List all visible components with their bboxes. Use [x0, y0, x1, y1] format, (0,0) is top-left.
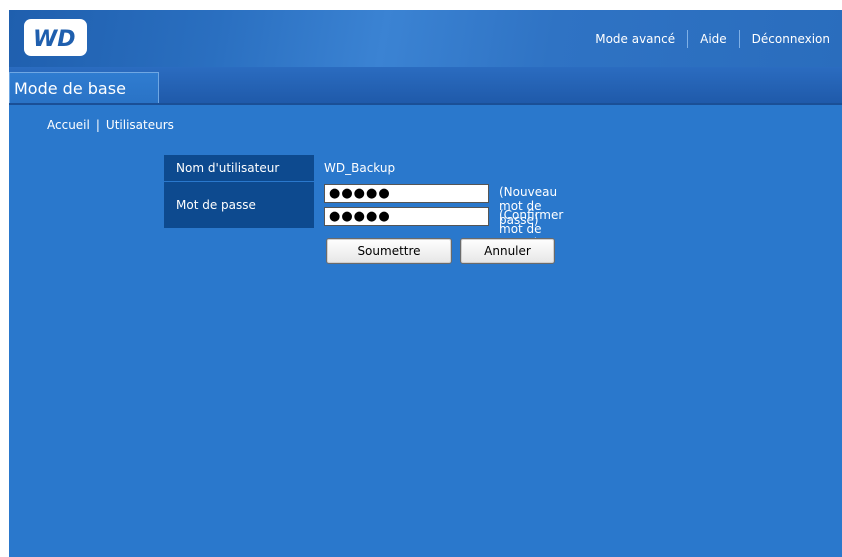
- advanced-mode-link[interactable]: Mode avancé: [583, 32, 687, 46]
- new-password-input[interactable]: ●●●●●: [324, 184, 489, 203]
- help-link[interactable]: Aide: [688, 32, 739, 46]
- app-window: WD Mode avancé Aide Déconnexion Mode de …: [9, 10, 842, 557]
- password-label: Mot de passe: [164, 182, 314, 228]
- tab-basic-mode[interactable]: Mode de base: [9, 72, 159, 103]
- username-value: WD_Backup: [324, 161, 396, 175]
- wd-logo[interactable]: WD: [24, 19, 87, 56]
- submit-button[interactable]: Soumettre: [326, 238, 452, 264]
- svg-text:WD: WD: [33, 27, 76, 51]
- cancel-button[interactable]: Annuler: [460, 238, 555, 264]
- breadcrumb-users[interactable]: Utilisateurs: [106, 118, 174, 132]
- header-bar: WD Mode avancé Aide Déconnexion: [9, 10, 842, 67]
- logout-link[interactable]: Déconnexion: [740, 32, 842, 46]
- top-navigation: Mode avancé Aide Déconnexion: [583, 10, 842, 67]
- breadcrumb-home[interactable]: Accueil: [47, 118, 90, 132]
- tab-bar: Mode de base: [9, 67, 842, 105]
- breadcrumb: Accueil | Utilisateurs: [47, 118, 174, 132]
- breadcrumb-separator: |: [95, 118, 100, 132]
- username-label: Nom d'utilisateur: [164, 155, 314, 181]
- confirm-password-input[interactable]: ●●●●●: [324, 207, 489, 226]
- wd-logo-icon: WD: [33, 27, 76, 51]
